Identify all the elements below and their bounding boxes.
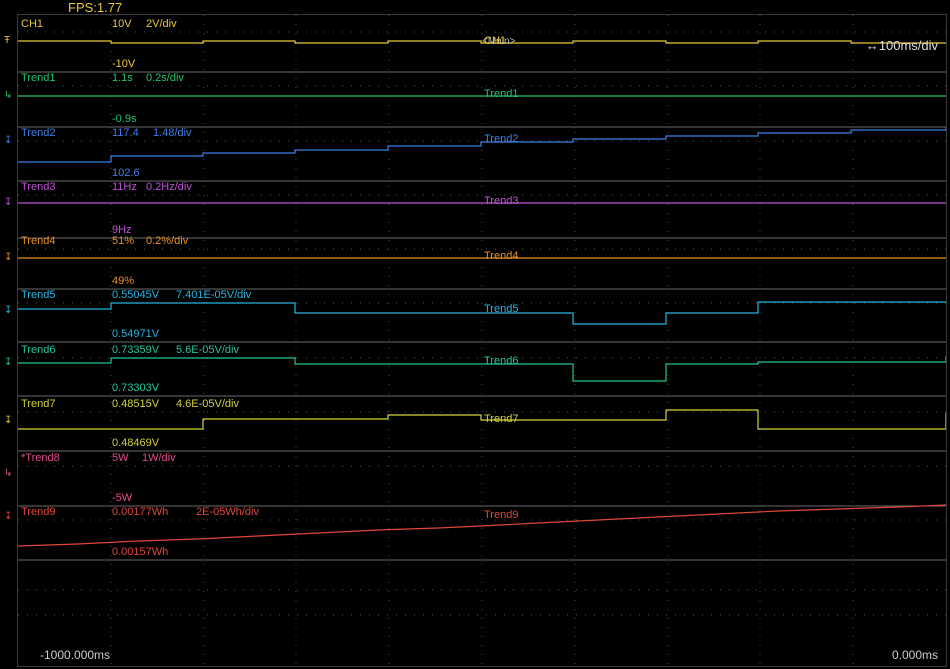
trend1-position-marker[interactable]: ↳: [4, 91, 12, 101]
trend5-top-value: 0.55045V: [112, 289, 160, 301]
trend5-position-marker[interactable]: ↧: [4, 306, 12, 316]
trend3-scale-label: 0.2Hz/div: [146, 181, 192, 193]
trend9-name-label[interactable]: Trend9: [21, 506, 55, 518]
trend2-name-label[interactable]: Trend2: [21, 127, 55, 139]
trend2-position-marker[interactable]: ↧: [4, 136, 12, 146]
trend2-top-value: 117.4: [112, 127, 139, 139]
trend3-top-value: 11Hz: [112, 181, 137, 193]
trend5-bottom-value: 0.54971V: [112, 328, 160, 340]
trend4-position-marker[interactable]: ↧: [4, 253, 12, 263]
trend8-top-value: 5W: [112, 452, 129, 464]
trend4-scale-label: 0.2%/div: [146, 235, 189, 247]
trend5-name-label[interactable]: Trend5: [21, 289, 55, 301]
plot-area: [18, 15, 946, 666]
trend6-trace: [18, 356, 946, 382]
trend1-top-value: 1.1s: [112, 72, 133, 84]
trend6-top-value: 0.73359V: [112, 344, 160, 356]
trend9-top-value: 0.00177Wh: [112, 506, 169, 518]
ch1-scale-label: 2V/div: [146, 18, 177, 30]
trend9-trace-label: Trend9: [484, 509, 519, 521]
trend7-bottom-value: 0.48469V: [112, 437, 160, 449]
trend6-scale-label: 5.6E-05V/div: [176, 344, 239, 356]
trend9-bottom-value: 0.00157Wh: [112, 546, 169, 558]
time-start-label: -1000.000ms: [40, 648, 111, 662]
time-end-label: 0.000ms: [891, 648, 938, 662]
ch1-position-marker[interactable]: Ŧ: [4, 36, 10, 46]
trend6-name-label[interactable]: Trend6: [21, 344, 55, 356]
trend1-bottom-value: -0.9s: [112, 113, 137, 125]
trend7-scale-label: 4.6E-05V/div: [176, 398, 239, 410]
trend8-name-label[interactable]: *Trend8: [21, 452, 60, 464]
trend2-trace-label: Trend2: [484, 133, 519, 145]
trend7-trace: [18, 409, 946, 430]
trend5-trace: [18, 301, 946, 325]
fps-readout: FPS:1.77: [68, 0, 123, 15]
trend8-position-marker[interactable]: ↳: [4, 469, 12, 479]
ch1-bottom-value: -10V: [112, 58, 136, 70]
trend4-name-label[interactable]: Trend4: [21, 235, 55, 247]
trend7-top-value: 0.48515V: [112, 398, 160, 410]
trend7-trace-label: Trend7: [484, 413, 519, 425]
trend3-position-marker[interactable]: ↧: [4, 198, 12, 208]
trend9-position-marker[interactable]: ↧: [4, 512, 12, 522]
ch1-trace-label: CH1: [484, 35, 507, 47]
trend5-scale-label: 7.401E-05V/div: [176, 289, 252, 301]
trend3-name-label[interactable]: Trend3: [21, 181, 55, 193]
trend8-scale-label: 1W/div: [142, 452, 176, 464]
trend7-position-marker[interactable]: ↧: [4, 416, 12, 426]
trend5-trace-label: Trend5: [484, 303, 519, 315]
ch1-name-label[interactable]: CH1: [21, 18, 43, 30]
scope-screen[interactable]: <Main> ↔100ms/div -1000.000ms 0.000ms CH…: [17, 14, 947, 667]
trend1-trace-label: Trend1: [484, 88, 519, 100]
trend4-trace-label: Trend4: [484, 250, 519, 262]
trend3-trace-label: Trend3: [484, 195, 519, 207]
trend4-top-value: 51%: [112, 235, 135, 247]
trend2-scale-label: 1.48/div: [153, 127, 192, 139]
time-per-div[interactable]: ↔100ms/div: [866, 38, 938, 53]
trend6-position-marker[interactable]: ↧: [4, 358, 12, 368]
trend9-scale-label: 2E-05Wh/div: [196, 506, 259, 518]
trend6-trace-label: Trend6: [484, 355, 519, 367]
trend2-bottom-value: 102.6: [112, 167, 140, 179]
trend6-bottom-value: 0.73303V: [112, 382, 160, 394]
trend8-bottom-value: -5W: [112, 492, 133, 504]
trend1-name-label[interactable]: Trend1: [21, 72, 55, 84]
trend7-name-label[interactable]: Trend7: [21, 398, 55, 410]
trend4-bottom-value: 49%: [112, 275, 135, 287]
trend1-scale-label: 0.2s/div: [146, 72, 184, 84]
ch1-top-value: 10V: [112, 18, 132, 30]
